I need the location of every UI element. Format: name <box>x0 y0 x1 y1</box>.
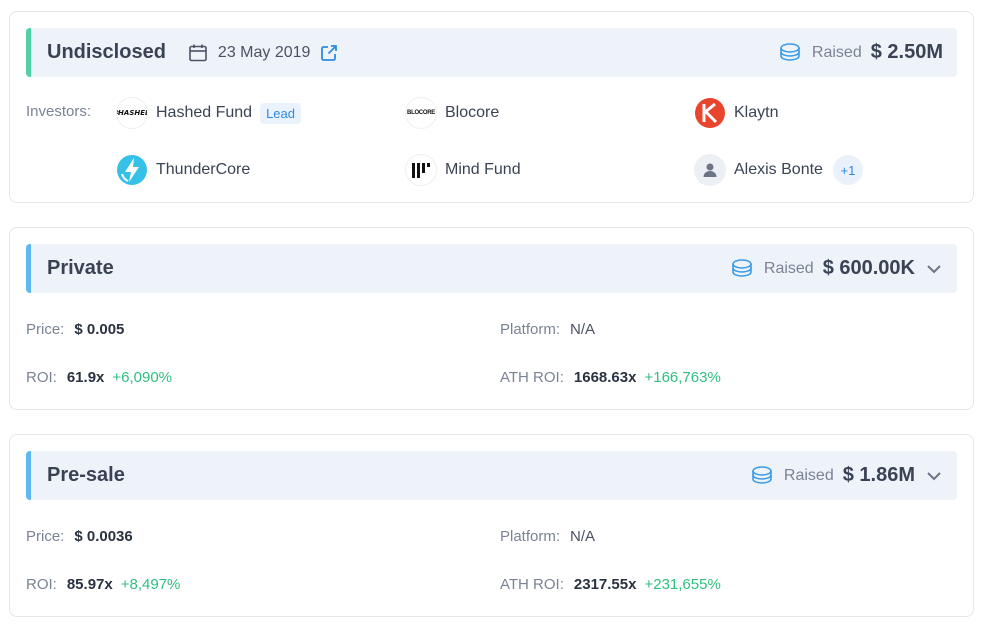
ath-roi-stat: ATH ROI: 2317.55x +231,655% <box>500 576 721 593</box>
investor-name: ThunderCore <box>156 161 251 178</box>
investor-name: Alexis Bonte <box>734 161 823 178</box>
raised-summary: Raised $ 1.86M <box>750 464 943 487</box>
price-stat: Price: $ 0.005 <box>26 321 124 338</box>
ath-roi-label: ATH ROI: <box>500 369 564 386</box>
external-link-icon[interactable] <box>320 44 348 62</box>
platform-value: N/A <box>570 321 596 338</box>
hashed-fund-logo: #HASHED <box>116 97 148 129</box>
coins-icon <box>752 465 772 484</box>
investor-name: Klaytn <box>734 104 779 121</box>
round-date-text: 23 May 2019 <box>217 43 311 61</box>
round-header-presale[interactable]: Pre-sale Raised $ 1.86M <box>26 451 957 500</box>
round-header-private[interactable]: Private Raised $ 600.00K <box>26 244 957 293</box>
investors-label: Investors: <box>26 103 92 120</box>
ath-roi-value: 1668.63x <box>573 369 637 386</box>
coins-icon <box>732 258 752 277</box>
ath-roi-label: ATH ROI: <box>500 576 564 593</box>
raised-label: Raised <box>783 466 834 484</box>
lead-badge: Lead <box>260 102 301 124</box>
more-investors-badge[interactable]: +1 <box>832 155 863 185</box>
ath-roi-percent: +231,655% <box>644 576 721 593</box>
ath-roi-value: 2317.55x <box>573 576 637 593</box>
raised-label: Raised <box>763 259 814 277</box>
roi-stat: ROI: 85.97x +8,497% <box>26 576 180 593</box>
price-stat: Price: $ 0.0036 <box>26 528 133 545</box>
raised-summary: Raised $ 2.50M <box>778 41 943 64</box>
price-value: $ 0.005 <box>74 321 125 338</box>
round-name: Pre-sale <box>47 464 125 486</box>
raised-value: $ 1.86M <box>842 464 915 486</box>
klaytn-logo <box>694 97 726 129</box>
investor-alexis-bonte[interactable]: Alexis Bonte +1 <box>694 154 863 186</box>
investor-thundercore[interactable]: ThunderCore <box>116 154 250 186</box>
investor-blocore[interactable]: BLOCORE Blocore <box>405 97 499 129</box>
mind-fund-logo <box>405 154 437 186</box>
investor-name: Hashed Fund <box>156 104 253 121</box>
investor-name: Blocore <box>445 104 500 121</box>
round-card-undisclosed: Undisclosed 23 May 2019 Raised $ 2.50M I… <box>9 11 974 203</box>
round-name: Undisclosed <box>47 41 166 63</box>
round-card-presale: Pre-sale Raised $ 1.86M Price: $ 0.0036 … <box>9 434 974 617</box>
investor-klaytn[interactable]: Klaytn <box>694 97 778 129</box>
coins-icon <box>780 42 800 61</box>
raised-value: $ 600.00K <box>822 257 915 279</box>
chevron-down-icon[interactable] <box>925 260 943 278</box>
platform-label: Platform: <box>500 528 561 545</box>
price-label: Price: <box>26 321 65 338</box>
ath-roi-stat: ATH ROI: 1668.63x +166,763% <box>500 369 721 386</box>
user-icon <box>694 154 726 186</box>
roi-percent: +8,497% <box>120 576 181 593</box>
raised-label: Raised <box>811 43 862 61</box>
blocore-logo: BLOCORE <box>405 97 437 129</box>
thundercore-logo <box>116 154 148 186</box>
investor-mind-fund[interactable]: Mind Fund <box>405 154 521 186</box>
round-date: 23 May 2019 <box>188 43 349 63</box>
price-value: $ 0.0036 <box>74 528 133 545</box>
investor-name: Mind Fund <box>445 161 521 178</box>
raised-summary: Raised $ 600.00K <box>730 257 943 280</box>
round-card-private: Private Raised $ 600.00K Price: $ 0.005 … <box>9 227 974 410</box>
roi-label: ROI: <box>26 369 57 386</box>
platform-stat: Platform: N/A <box>500 528 595 545</box>
roi-value: 85.97x <box>66 576 113 593</box>
price-label: Price: <box>26 528 65 545</box>
roi-value: 61.9x <box>66 369 105 386</box>
ath-roi-percent: +166,763% <box>644 369 721 386</box>
round-name: Private <box>47 257 114 279</box>
chevron-down-icon[interactable] <box>925 467 943 485</box>
roi-percent: +6,090% <box>112 369 173 386</box>
investor-hashed-fund[interactable]: #HASHED Hashed Fund Lead <box>116 97 301 129</box>
round-header-undisclosed: Undisclosed 23 May 2019 Raised $ 2.50M <box>26 28 957 77</box>
roi-stat: ROI: 61.9x +6,090% <box>26 369 172 386</box>
platform-value: N/A <box>570 528 596 545</box>
calendar-icon <box>189 44 207 61</box>
platform-label: Platform: <box>500 321 561 338</box>
platform-stat: Platform: N/A <box>500 321 595 338</box>
roi-label: ROI: <box>26 576 57 593</box>
raised-value: $ 2.50M <box>870 41 943 63</box>
